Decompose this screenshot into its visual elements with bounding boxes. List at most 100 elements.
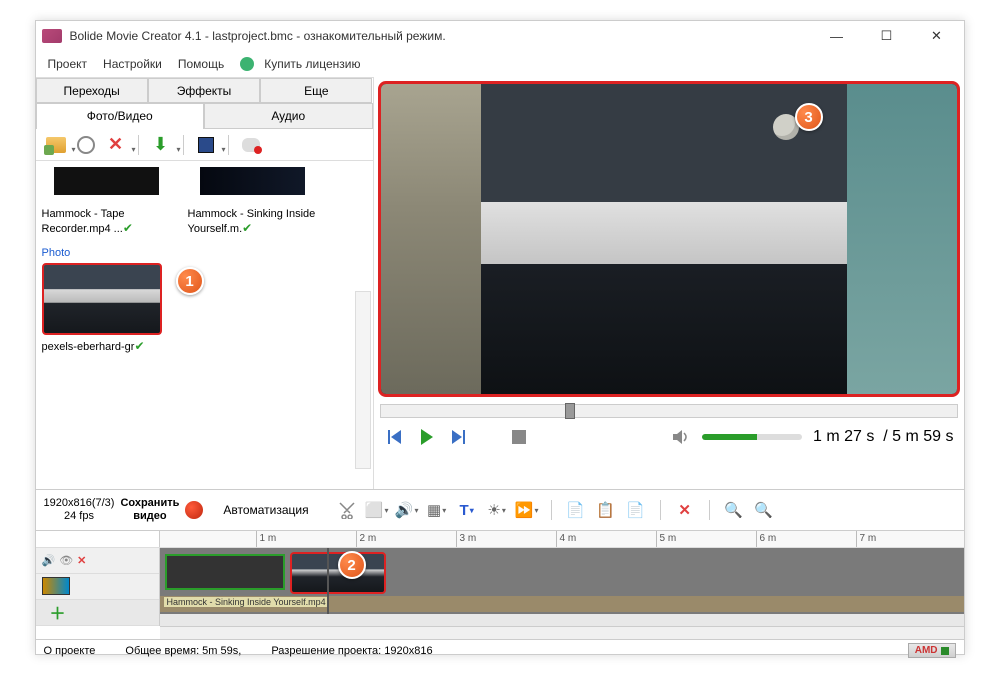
- ruler-tick: 5 m: [656, 531, 677, 547]
- download-icon: ⬇: [153, 134, 168, 155]
- video-clip-1[interactable]: [165, 554, 285, 590]
- delete-clip-button[interactable]: ✕: [673, 498, 697, 522]
- play-icon: [421, 429, 433, 445]
- tab-effects[interactable]: Эффекты: [148, 78, 260, 103]
- check-icon: ✔: [134, 339, 144, 353]
- seek-knob[interactable]: [565, 403, 575, 419]
- recent-button[interactable]: [72, 133, 100, 157]
- tab-transitions[interactable]: Переходы: [36, 78, 148, 103]
- separator: [709, 500, 710, 520]
- video-track-header[interactable]: 🔊 👁 ✕: [36, 548, 159, 574]
- about-project-link[interactable]: О проекте: [44, 645, 96, 657]
- timeline: 1 m 2 m 3 m 4 m 5 m 6 m 7 m 🔊 👁 ✕ ＋: [36, 531, 964, 639]
- tab-audio[interactable]: Аудио: [204, 103, 373, 129]
- callout-marker-1: 1: [176, 267, 204, 295]
- time-display: 1 m 27 s / 5 m 59 s: [813, 428, 954, 446]
- media-thumb: [200, 167, 305, 195]
- zoom-out-button[interactable]: 🔍: [722, 498, 746, 522]
- buy-license-label: Купить лицензию: [258, 54, 366, 74]
- step-back-icon: [391, 430, 401, 444]
- photo-clip[interactable]: [290, 552, 386, 594]
- ruler-tick: 2 m: [356, 531, 377, 547]
- media-item-1[interactable]: [42, 167, 172, 195]
- clock-icon: [77, 136, 95, 154]
- separator: [660, 500, 661, 520]
- vertical-scrollbar[interactable]: [355, 291, 371, 469]
- video-track[interactable]: [160, 548, 964, 596]
- timeline-ruler[interactable]: 1 m 2 m 3 m 4 m 5 m 6 m 7 m: [36, 531, 964, 548]
- save-video-button[interactable]: Сохранить видео: [120, 497, 179, 523]
- media-label-1: Hammock - Tape Recorder.mp4 ...✔: [42, 207, 172, 237]
- eye-icon: 👁: [59, 554, 73, 567]
- x-icon: ✕: [108, 134, 123, 155]
- seek-slider[interactable]: [380, 404, 958, 418]
- total-time-label: Общее время: 5m 59s,: [125, 645, 241, 657]
- close-button[interactable]: ✕: [916, 22, 958, 50]
- paste-button[interactable]: 📄: [624, 498, 648, 522]
- effect-tabs: Переходы Эффекты Еще: [36, 77, 373, 103]
- media-library: Hammock - Tape Recorder.mp4 ...✔ Hammock…: [36, 161, 373, 489]
- step-forward-button[interactable]: [448, 426, 470, 448]
- speaker-icon: 🔊: [42, 554, 56, 567]
- speed-button[interactable]: ⏩: [515, 498, 539, 522]
- ruler-tick: 6 m: [756, 531, 777, 547]
- check-icon: ✔: [123, 221, 133, 235]
- menubar: Проект Настройки Помощь Купить лицензию: [36, 51, 964, 77]
- statusbar: О проекте Общее время: 5m 59s, Разрешени…: [36, 639, 964, 661]
- menu-project[interactable]: Проект: [42, 54, 94, 74]
- minimize-button[interactable]: —: [816, 22, 858, 50]
- photo-media-item[interactable]: pexels-eberhard-gr✔: [42, 263, 166, 353]
- tab-photo-video[interactable]: Фото/Видео: [36, 103, 205, 129]
- copy-button[interactable]: 📋: [594, 498, 618, 522]
- ruler-tick: 7 m: [856, 531, 877, 547]
- ruler-tick: 3 m: [456, 531, 477, 547]
- tab-more[interactable]: Еще: [260, 78, 372, 103]
- media-panel: Переходы Эффекты Еще Фото/Видео Аудио ▾ …: [36, 77, 374, 489]
- open-folder-button[interactable]: ▾: [42, 133, 70, 157]
- photo-section-label: Photo: [42, 247, 367, 259]
- track-body[interactable]: Hammock - Sinking Inside Yourself.mp4: [160, 548, 964, 626]
- crop-button[interactable]: ⬜: [365, 498, 389, 522]
- amd-badge: AMD: [908, 643, 956, 658]
- audio-clip-label: Hammock - Sinking Inside Yourself.mp4: [164, 597, 329, 607]
- volume-button[interactable]: [670, 426, 692, 448]
- media-item-2[interactable]: [188, 167, 318, 195]
- license-icon: [240, 57, 254, 71]
- audio-button[interactable]: 🔊: [395, 498, 419, 522]
- film-button[interactable]: ▾: [192, 133, 220, 157]
- automation-button[interactable]: Автоматизация: [223, 503, 308, 517]
- volume-slider[interactable]: [702, 434, 802, 440]
- cut-button[interactable]: [335, 498, 359, 522]
- horizontal-scrollbar[interactable]: [160, 626, 964, 639]
- video-fx-button[interactable]: ▦: [425, 498, 449, 522]
- download-button[interactable]: ⬇▾: [147, 133, 175, 157]
- step-back-button[interactable]: [384, 426, 406, 448]
- record-icon[interactable]: [185, 501, 203, 519]
- audio-track[interactable]: Hammock - Sinking Inside Yourself.mp4: [160, 596, 964, 612]
- delete-track-icon[interactable]: ✕: [77, 554, 86, 567]
- brightness-button[interactable]: ☀: [485, 498, 509, 522]
- stop-icon: [512, 430, 526, 444]
- menu-settings[interactable]: Настройки: [97, 54, 168, 74]
- ruler-tick: 1 m: [256, 531, 277, 547]
- filmstrip-icon: [42, 577, 70, 595]
- stop-button[interactable]: [508, 426, 530, 448]
- delete-button[interactable]: ✕▾: [102, 133, 130, 157]
- tool-1-button[interactable]: 📄: [564, 498, 588, 522]
- media-thumb: [54, 167, 159, 195]
- media-tabs: Фото/Видео Аудио: [36, 103, 373, 129]
- maximize-button[interactable]: ☐: [866, 22, 908, 50]
- video-preview[interactable]: [378, 81, 960, 397]
- window-title: Bolide Movie Creator 4.1 - lastproject.b…: [70, 29, 816, 43]
- add-track-button[interactable]: ＋: [42, 600, 66, 624]
- play-button[interactable]: [416, 426, 438, 448]
- menu-help[interactable]: Помощь: [172, 54, 230, 74]
- webcam-button[interactable]: [237, 133, 265, 157]
- speaker-icon: [672, 429, 690, 445]
- separator: [183, 135, 184, 155]
- zoom-in-button[interactable]: 🔍: [752, 498, 776, 522]
- project-info: 1920x816(7/3) 24 fps: [44, 497, 115, 523]
- text-button[interactable]: T: [455, 498, 479, 522]
- menu-buy-license[interactable]: Купить лицензию: [234, 51, 372, 77]
- track-headers: 🔊 👁 ✕ ＋: [36, 548, 160, 626]
